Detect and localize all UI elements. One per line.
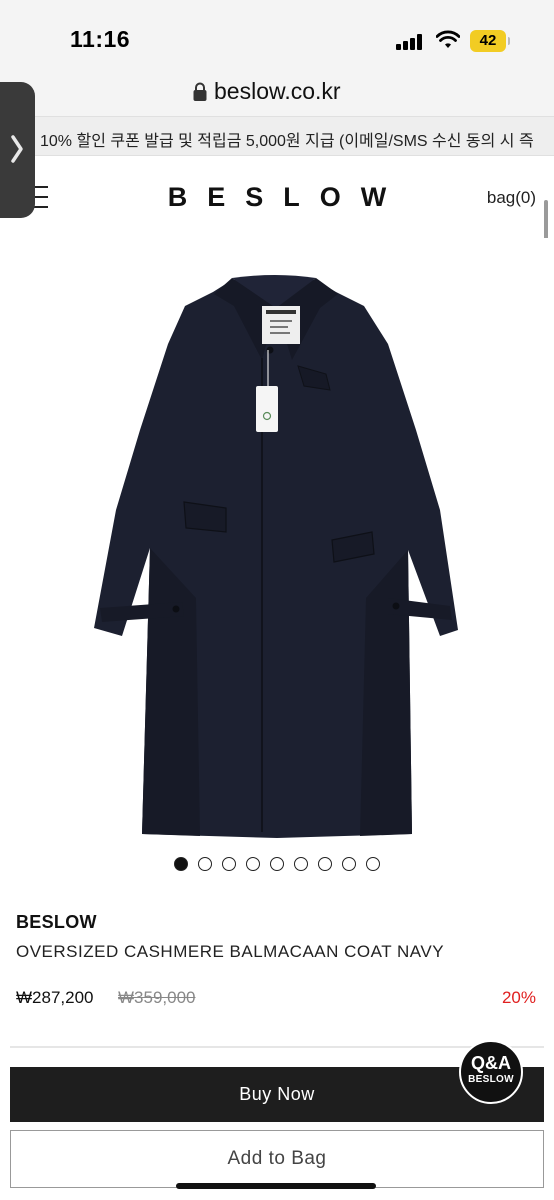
side-panel-tab[interactable] — [0, 82, 35, 218]
status-bar: 11:16 42 — [0, 0, 554, 72]
pagination-dot[interactable] — [246, 857, 260, 871]
chevron-right-icon — [11, 135, 23, 163]
signal-icon — [396, 34, 426, 50]
pagination-dot[interactable] — [318, 857, 332, 871]
url-text[interactable]: beslow.co.kr — [214, 78, 341, 105]
qa-button[interactable]: Q&A BESLOW — [459, 1040, 523, 1104]
url-bar[interactable]: beslow.co.kr — [0, 72, 554, 116]
wifi-icon — [436, 30, 460, 48]
product-brand: BESLOW — [16, 912, 97, 932]
original-price: ₩359,000 — [118, 988, 196, 1007]
discount-badge: 20% — [501, 988, 536, 1007]
product-name: OVERSIZED CASHMERE BALMACAAN COAT NAVY — [16, 942, 445, 961]
divider — [10, 1046, 544, 1048]
bag-link[interactable]: bag(0) — [487, 188, 536, 208]
pagination-dot[interactable] — [342, 857, 356, 871]
lock-icon — [193, 82, 207, 101]
status-time: 11:16 — [70, 26, 131, 52]
pagination-dot[interactable] — [174, 857, 188, 871]
qa-subtitle: BESLOW — [468, 1074, 514, 1085]
add-to-bag-button[interactable]: Add to Bag — [10, 1130, 544, 1188]
coat-image — [94, 275, 458, 838]
promo-text: 10% 할인 쿠폰 발급 및 적립금 5,000원 지급 (이메일/SMS 수신… — [40, 133, 534, 150]
qa-title: Q&A — [471, 1053, 511, 1073]
pagination-dot[interactable] — [222, 857, 236, 871]
brand-logo[interactable]: BESLOW — [0, 182, 554, 213]
pagination-dot[interactable] — [294, 857, 308, 871]
image-pagination — [0, 857, 554, 873]
home-indicator — [176, 1183, 376, 1189]
site-header: BESLOW bag(0) — [0, 156, 554, 238]
battery-icon: 42 — [470, 30, 510, 52]
sale-price: ₩287,200 — [16, 988, 94, 1007]
pagination-dot[interactable] — [198, 857, 212, 871]
pagination-dot[interactable] — [366, 857, 380, 871]
product-image[interactable] — [0, 238, 554, 850]
promo-banner[interactable]: 10% 할인 쿠폰 발급 및 적립금 5,000원 지급 (이메일/SMS 수신… — [0, 116, 554, 156]
pagination-dot[interactable] — [270, 857, 284, 871]
